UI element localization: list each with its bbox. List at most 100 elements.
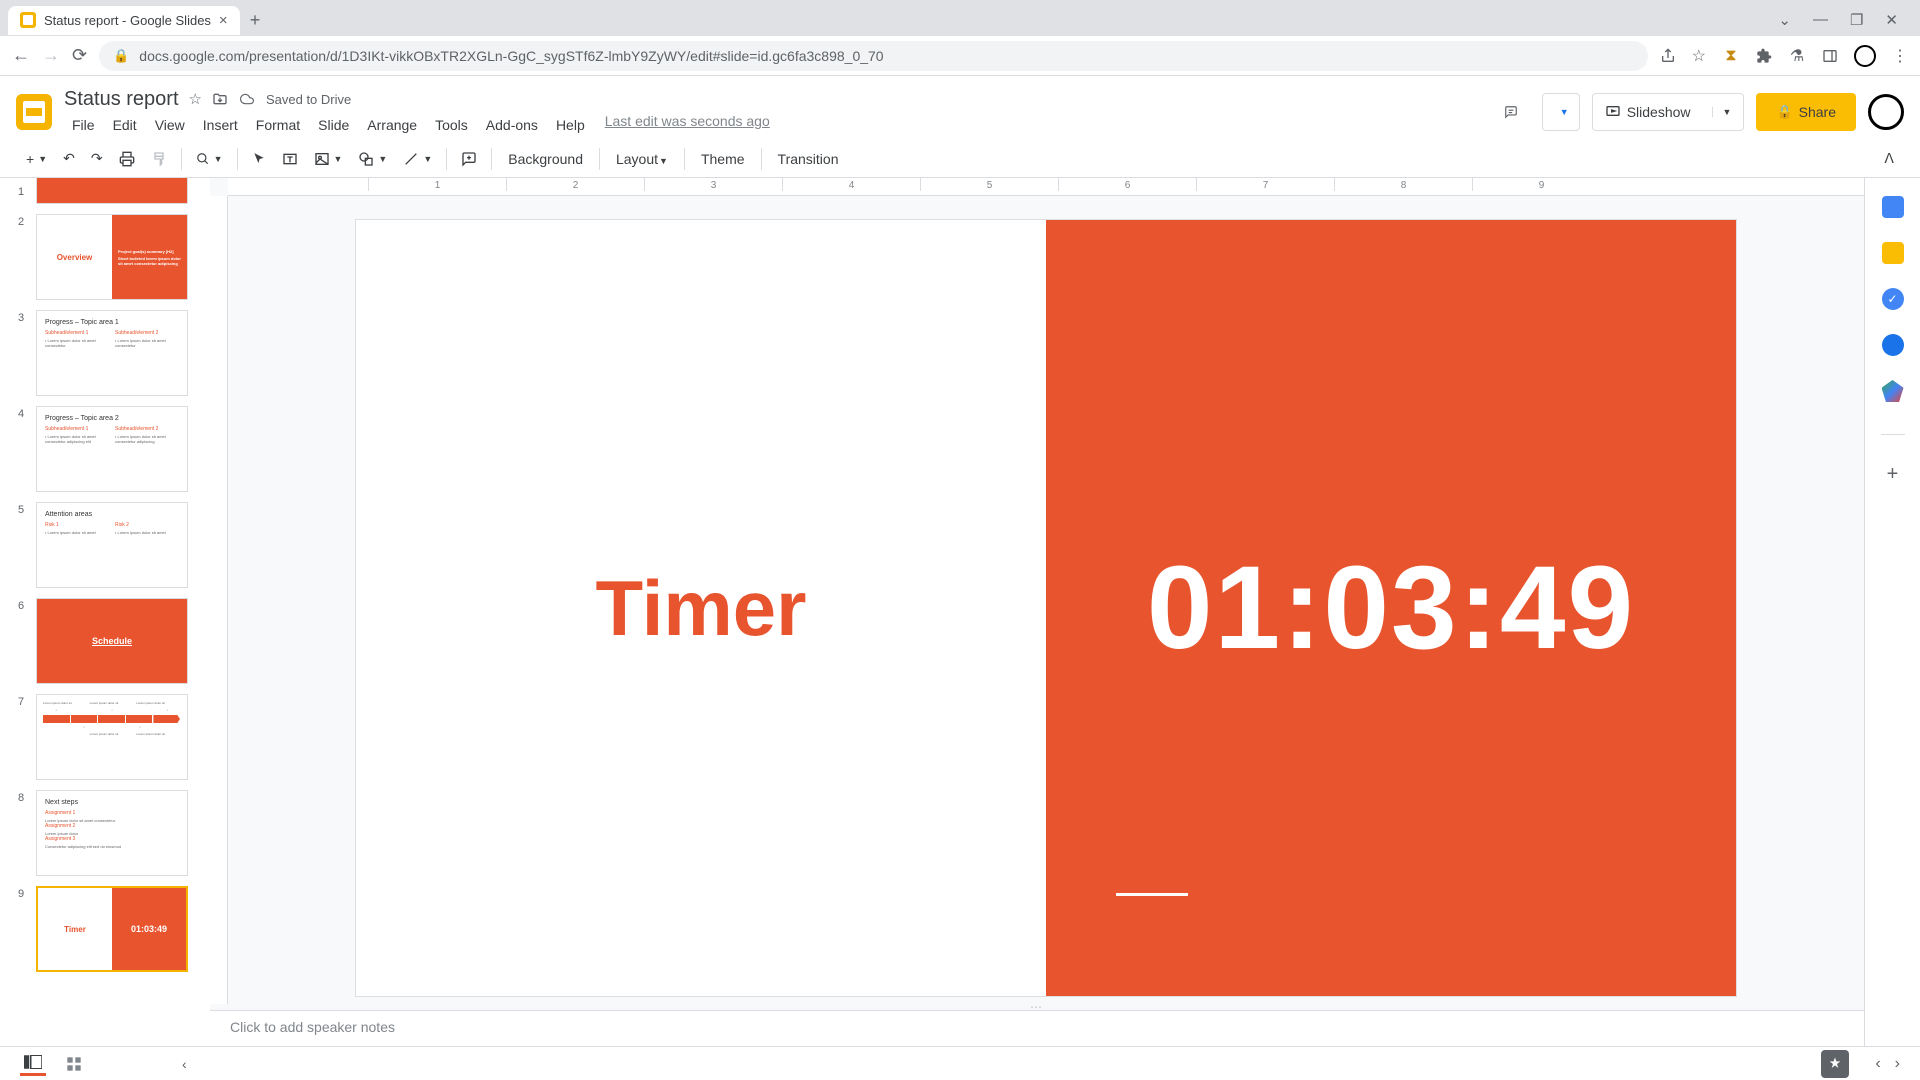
add-addon-icon[interactable]: +: [1887, 463, 1899, 486]
theme-button[interactable]: Theme: [693, 147, 753, 171]
ruler-horizontal: 1 2 3 4 5 6 7 8 9: [228, 178, 1864, 196]
share-button[interactable]: 🔒 Share: [1756, 93, 1856, 131]
menu-arrange[interactable]: Arrange: [359, 113, 425, 137]
browser-profile-avatar[interactable]: [1854, 45, 1876, 67]
background-button[interactable]: Background: [500, 147, 591, 171]
menu-addons[interactable]: Add-ons: [478, 113, 546, 137]
collapse-filmstrip-icon[interactable]: ‹: [182, 1056, 187, 1072]
side-panel-icon[interactable]: [1822, 48, 1838, 64]
toolbar: +▼ ↶ ↷ ▼ ▼ ▼ ▼ Background Layout▼ Theme …: [0, 140, 1920, 178]
slide-thumb-5[interactable]: 5 Attention areas Risk 1• Lorem ipsum do…: [18, 502, 200, 588]
browser-tab[interactable]: Status report - Google Slides ×: [8, 6, 240, 35]
share-page-icon[interactable]: [1660, 48, 1676, 64]
select-tool[interactable]: [246, 148, 272, 170]
last-edit-link[interactable]: Last edit was seconds ago: [605, 113, 770, 137]
extensions-puzzle-icon[interactable]: [1756, 48, 1772, 64]
shape-tool[interactable]: ▼: [352, 147, 393, 171]
layout-button[interactable]: Layout▼: [608, 147, 676, 171]
account-avatar[interactable]: [1868, 94, 1904, 130]
slide-thumb-8[interactable]: 8 Next steps Assignment 1Lorem ipsum dol…: [18, 790, 200, 876]
menu-insert[interactable]: Insert: [195, 113, 246, 137]
slide-thumb-4[interactable]: 4 Progress – Topic area 2 Subhead/elemen…: [18, 406, 200, 492]
menu-tools[interactable]: Tools: [427, 113, 476, 137]
minimize-icon[interactable]: —: [1813, 11, 1828, 29]
slide-thumb-9[interactable]: 9 Timer 01:03:49: [18, 886, 200, 972]
image-tool[interactable]: ▼: [308, 147, 349, 171]
slide-filmstrip[interactable]: 1 Your Name - XX/XX/20XX 2 Overview Proj…: [0, 178, 210, 1046]
keep-icon[interactable]: [1882, 242, 1904, 264]
slide-title-text[interactable]: Timer: [596, 563, 807, 654]
side-panel-divider: [1881, 434, 1905, 435]
tab-bar: Status report - Google Slides × + ⌄ — ❐ …: [0, 0, 1920, 36]
menu-format[interactable]: Format: [248, 113, 308, 137]
textbox-tool[interactable]: [276, 147, 304, 171]
comments-button[interactable]: [1492, 93, 1530, 131]
slide-thumb-3[interactable]: 3 Progress – Topic area 1 Subhead/elemen…: [18, 310, 200, 396]
maps-icon[interactable]: [1882, 380, 1904, 402]
extension-hourglass-icon[interactable]: ⧗: [1722, 47, 1740, 65]
menu-edit[interactable]: Edit: [105, 113, 145, 137]
explore-button[interactable]: [1821, 1050, 1849, 1078]
doc-title[interactable]: Status report: [64, 88, 179, 111]
back-button[interactable]: ←: [12, 45, 30, 66]
collapse-toolbar-icon[interactable]: ᐱ: [1878, 146, 1900, 171]
print-button[interactable]: [113, 147, 141, 171]
browser-chrome: Status report - Google Slides × + ⌄ — ❐ …: [0, 0, 1920, 76]
paint-format-button[interactable]: [145, 147, 173, 171]
contacts-icon[interactable]: [1882, 334, 1904, 356]
calendar-icon[interactable]: [1882, 196, 1904, 218]
footer-nav: ‹ ›: [1875, 1055, 1900, 1073]
canvas-scroll[interactable]: Timer 01:03:49: [228, 196, 1864, 1004]
tasks-icon[interactable]: [1882, 288, 1904, 310]
slides-logo-icon[interactable]: [16, 94, 52, 130]
url-text: docs.google.com/presentation/d/1D3IKt-vi…: [139, 48, 883, 64]
menu-help[interactable]: Help: [548, 113, 593, 137]
slide-thumb-6[interactable]: 6 Schedule: [18, 598, 200, 684]
url-input[interactable]: 🔒 docs.google.com/presentation/d/1D3IKt-…: [99, 41, 1648, 71]
reload-button[interactable]: ⟳: [72, 45, 87, 66]
slideshow-button[interactable]: Slideshow ▼: [1592, 93, 1745, 131]
menu-view[interactable]: View: [147, 113, 193, 137]
browser-menu-icon[interactable]: ⋮: [1892, 46, 1908, 66]
share-label: Share: [1799, 104, 1836, 120]
new-tab-button[interactable]: +: [250, 10, 261, 31]
star-doc-icon[interactable]: ☆: [189, 90, 202, 108]
footer-next-icon[interactable]: ›: [1895, 1055, 1900, 1073]
canvas-wrap: 1 2 3 4 5 6 7 8 9 Timer 01:03:49: [210, 178, 1864, 1046]
bookmark-star-icon[interactable]: ☆: [1692, 46, 1706, 66]
undo-button[interactable]: ↶: [57, 146, 81, 171]
menu-file[interactable]: File: [64, 113, 103, 137]
present-to-meet-button[interactable]: ▼: [1542, 93, 1580, 131]
slide-thumb-1[interactable]: 1 Your Name - XX/XX/20XX: [18, 184, 200, 204]
window-controls: ⌄ — ❐ ✕: [1778, 11, 1912, 29]
chevron-down-icon[interactable]: ⌄: [1778, 11, 1791, 29]
move-doc-icon[interactable]: [212, 91, 228, 107]
timer-value-text[interactable]: 01:03:49: [1147, 540, 1635, 676]
slide-right-panel[interactable]: 01:03:49: [1046, 220, 1736, 996]
cloud-saved-icon[interactable]: [238, 92, 256, 106]
footer-prev-icon[interactable]: ‹: [1875, 1055, 1880, 1073]
notes-placeholder: Click to add speaker notes: [230, 1019, 395, 1035]
maximize-icon[interactable]: ❐: [1850, 11, 1863, 29]
footer: ‹ ‹ ›: [0, 1046, 1920, 1080]
slide-canvas[interactable]: Timer 01:03:49: [356, 220, 1736, 996]
grid-view-button[interactable]: [62, 1052, 86, 1076]
speaker-notes[interactable]: Click to add speaker notes: [210, 1010, 1864, 1046]
slide-left-panel[interactable]: Timer: [356, 220, 1046, 996]
menu-bar: File Edit View Insert Format Slide Arran…: [64, 113, 1480, 137]
timer-underline: [1116, 893, 1188, 896]
slide-thumb-2[interactable]: 2 Overview Project goal(s) summary [H2] …: [18, 214, 200, 300]
line-tool[interactable]: ▼: [397, 147, 438, 171]
close-tab-icon[interactable]: ×: [219, 12, 228, 29]
filmstrip-view-button[interactable]: [20, 1051, 46, 1076]
comment-tool[interactable]: [455, 147, 483, 171]
menu-slide[interactable]: Slide: [310, 113, 357, 137]
redo-button[interactable]: ↷: [85, 146, 109, 171]
close-window-icon[interactable]: ✕: [1885, 11, 1898, 29]
extension-flask-icon[interactable]: ⚗: [1788, 47, 1806, 65]
transition-button[interactable]: Transition: [770, 147, 847, 171]
zoom-button[interactable]: ▼: [190, 148, 229, 170]
forward-button[interactable]: →: [42, 45, 60, 66]
slide-thumb-7[interactable]: 7 Lorem ipsum dolor sitLorem ipsum dolor…: [18, 694, 200, 780]
new-slide-button[interactable]: +▼: [20, 147, 53, 171]
